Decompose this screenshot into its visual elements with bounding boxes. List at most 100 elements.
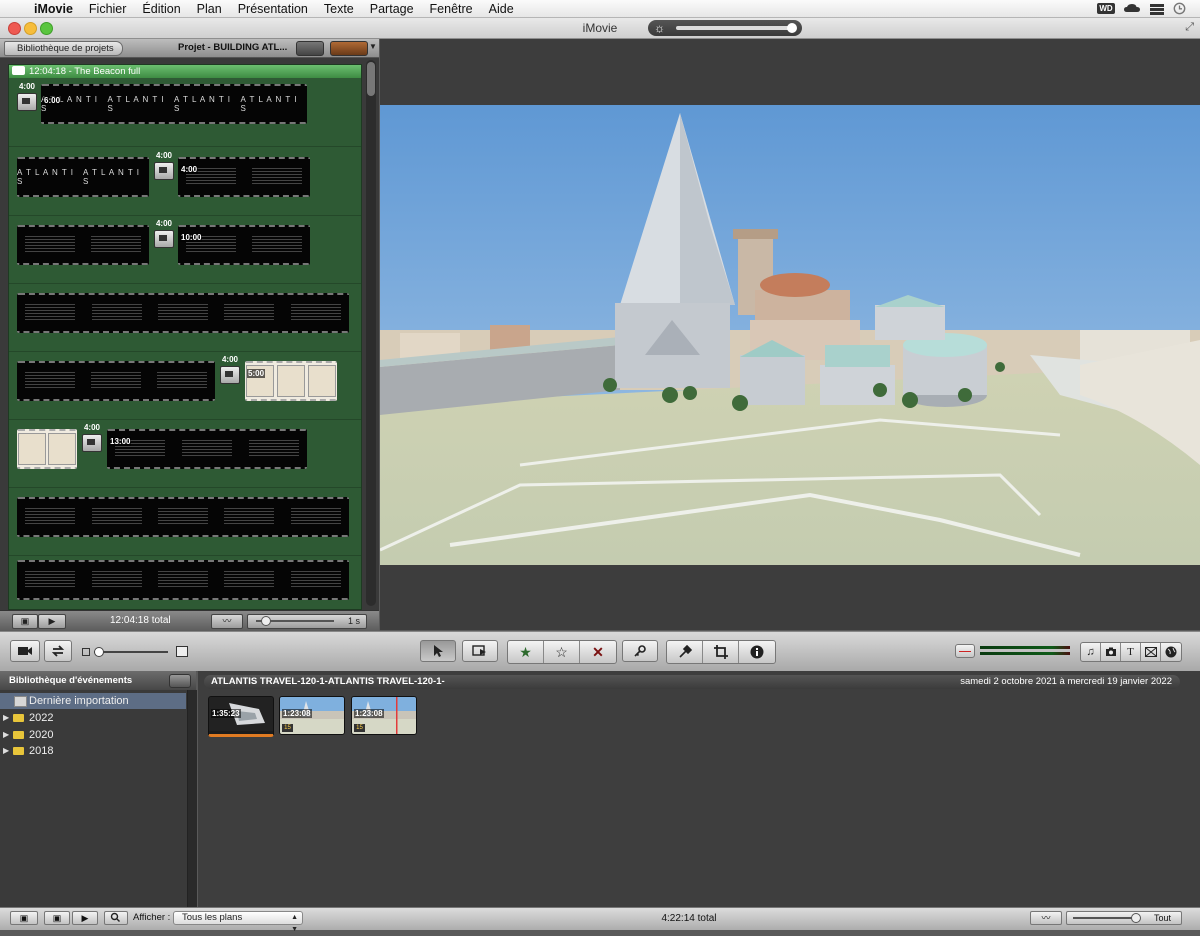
menu-fenetre[interactable]: Fenêtre	[422, 2, 481, 16]
clip-strip[interactable]	[178, 157, 310, 197]
camera-icon	[18, 647, 32, 655]
disclosure-triangle-icon[interactable]: ▶	[3, 727, 9, 743]
clip-strip[interactable]	[17, 429, 77, 469]
import-icon	[14, 696, 27, 707]
clip-strip[interactable]	[17, 293, 349, 333]
viewer[interactable]	[380, 39, 1200, 630]
project-share-button[interactable]	[330, 41, 368, 56]
audio-skimming-button[interactable]	[955, 644, 975, 658]
music-browser-button[interactable]: ♫	[1081, 643, 1101, 661]
fullscreen-icon[interactable]: ⤢	[1185, 21, 1194, 34]
slider-knob[interactable]	[261, 616, 271, 626]
title-browser-button[interactable]: T	[1121, 643, 1141, 661]
menu-partage[interactable]: Partage	[362, 2, 422, 16]
favorite-button[interactable]: ★	[508, 641, 544, 663]
event-item-2018[interactable]: ▶ 2018	[0, 743, 186, 759]
clip-strip[interactable]	[245, 361, 337, 401]
clip-strip[interactable]	[107, 429, 307, 469]
text-lines	[157, 571, 208, 589]
cloud-icon[interactable]	[1123, 3, 1141, 14]
clip-duration: 4:00	[180, 165, 199, 174]
time-machine-icon[interactable]	[1173, 2, 1186, 15]
menu-fichier[interactable]: Fichier	[81, 2, 135, 16]
menu-presentation[interactable]: Présentation	[230, 2, 316, 16]
clip-strip[interactable]	[17, 361, 215, 401]
clip-strip[interactable]: A T L A N T I S A T L A N T I S A T L A …	[41, 84, 307, 124]
select-tool-button[interactable]	[420, 640, 456, 662]
brightness-knob[interactable]	[787, 23, 797, 33]
brightness-track[interactable]	[676, 26, 796, 30]
clip-strip[interactable]: A T L A N T I S A T L A N T I S	[17, 157, 149, 197]
transition-duration: 4:00	[155, 219, 172, 228]
menu-edition[interactable]: Édition	[134, 2, 188, 16]
event-library-options-button[interactable]	[169, 674, 191, 688]
project-scrollbar[interactable]	[366, 60, 376, 606]
play-fullscreen-button[interactable]: ▣	[12, 614, 38, 629]
menu-texte[interactable]: Texte	[316, 2, 362, 16]
menu-aide[interactable]: Aide	[481, 2, 522, 16]
event-item-last-import[interactable]: Dernière importation	[0, 693, 186, 709]
disclosure-triangle-icon[interactable]: ▶	[3, 710, 9, 726]
event-audio-waveform-button[interactable]: 〰	[1030, 911, 1062, 925]
project-menu-chevron-icon[interactable]: ▼	[369, 42, 377, 51]
project-title: Projet - BUILDING ATL...	[178, 42, 288, 53]
text-lines	[91, 372, 141, 390]
clip-strip[interactable]	[17, 225, 149, 265]
clip-strip[interactable]	[178, 225, 310, 265]
text-lines	[252, 168, 302, 186]
crop-button[interactable]	[703, 641, 739, 663]
transition-browser-button[interactable]	[1141, 643, 1161, 661]
zoom-knob[interactable]	[94, 647, 104, 657]
event-zoom-slider[interactable]: Tout	[1066, 911, 1182, 925]
wd-icon[interactable]: WD	[1097, 3, 1115, 14]
events-total-duration: 4:22:14 total	[661, 913, 717, 924]
camera-import-button[interactable]	[10, 640, 40, 662]
disclosure-triangle-icon[interactable]: ▶	[3, 743, 9, 759]
audio-waveform-button[interactable]: 〰	[211, 614, 243, 629]
stack-icon[interactable]	[1149, 3, 1165, 15]
event-library-scrollbar[interactable]	[187, 690, 197, 907]
brightness-slider[interactable]: ☼	[648, 20, 802, 36]
clip-strip[interactable]	[17, 497, 349, 537]
event-clip[interactable]: 1:23:08 15	[279, 696, 345, 735]
swap-panes-button[interactable]	[44, 640, 72, 662]
project-scroll-thumb[interactable]	[367, 62, 375, 96]
event-clip[interactable]: 1:35:23	[208, 696, 274, 737]
thumbnail-interval-slider[interactable]: 1 s	[247, 614, 367, 629]
event-header-bar: ATLANTIS TRAVEL-120-1-ATLANTIS TRAVEL-12…	[204, 675, 1180, 689]
inspector-button[interactable]	[739, 641, 775, 663]
transition-thumb[interactable]: 4:00	[220, 355, 240, 391]
project-storyboard[interactable]: 12:04:18 - The Beacon full 4:00 A T L A …	[8, 64, 362, 610]
thumbnail-zoom-slider[interactable]	[82, 646, 192, 657]
event-clip[interactable]: 1:23:08 15	[351, 696, 417, 735]
transition-thumb[interactable]: 4:00	[17, 82, 37, 118]
map-browser-button[interactable]	[1161, 643, 1181, 661]
slider-track	[1073, 917, 1135, 919]
photo-browser-button[interactable]	[1101, 643, 1121, 661]
transition-duration: 4:00	[155, 151, 172, 160]
color-eyedropper-button[interactable]	[667, 641, 703, 663]
reject-button[interactable]: ✕	[580, 641, 616, 663]
transition-thumb[interactable]: 4:00	[82, 423, 102, 459]
play-project-button[interactable]: ▶	[38, 614, 66, 629]
text-lines	[91, 236, 141, 254]
project-clip-bar[interactable]: 12:04:18 - The Beacon full	[9, 65, 361, 78]
clip-fps-badge: 15	[354, 724, 365, 732]
strip-title-text: A T L A N T I S	[107, 95, 165, 113]
clip-strip[interactable]	[17, 560, 349, 600]
project-options-button[interactable]	[296, 41, 324, 56]
transition-thumb[interactable]: 4:00	[154, 219, 174, 255]
event-item-2020[interactable]: ▶ 2020	[0, 727, 186, 743]
event-browser[interactable]: ATLANTIS TRAVEL-120-1-ATLANTIS TRAVEL-12…	[198, 671, 1200, 907]
keyword-button[interactable]	[622, 640, 658, 662]
transition-thumb[interactable]: 4:00	[154, 151, 174, 187]
event-item-2022[interactable]: ▶ 2022	[0, 710, 186, 726]
storyboard-row	[9, 487, 361, 556]
add-to-project-button[interactable]	[462, 640, 498, 662]
text-lines	[157, 508, 208, 526]
slider-knob[interactable]	[1131, 913, 1141, 923]
project-library-button[interactable]: Bibliothèque de projets	[4, 41, 123, 56]
menu-app-name[interactable]: iMovie	[26, 2, 81, 16]
menu-plan[interactable]: Plan	[189, 2, 230, 16]
unmark-button[interactable]: ☆	[544, 641, 580, 663]
